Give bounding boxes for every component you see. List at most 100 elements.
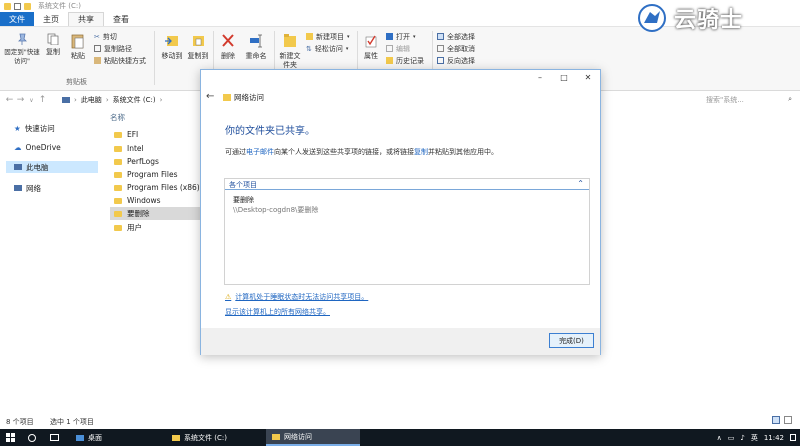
folder-icon	[114, 158, 122, 165]
breadcrumb-drive[interactable]: 系统文件 (C:)	[113, 95, 156, 105]
done-button[interactable]: 完成(D)	[549, 333, 594, 348]
close-button[interactable]: ✕	[576, 73, 600, 82]
search-input[interactable]: 搜索"系统... ⌕	[706, 93, 796, 106]
chevron-up-icon[interactable]: ⌃	[577, 179, 584, 188]
delete-button[interactable]: 删除	[217, 33, 239, 61]
copy-path-button[interactable]: 复制路径	[94, 43, 132, 54]
new-item-button[interactable]: 新建项目 ▾	[306, 31, 350, 42]
volume-icon[interactable]: ♪	[740, 434, 744, 442]
nav-item-quick-access[interactable]: ★ 快速访问	[14, 122, 55, 134]
folder-icon	[114, 145, 122, 152]
details-view-icon[interactable]	[772, 416, 780, 424]
properties-button[interactable]: 属性	[361, 33, 381, 61]
paste-button[interactable]: 粘贴	[66, 33, 90, 61]
back-arrow-icon[interactable]: ←	[4, 95, 15, 105]
edit-button[interactable]: 编辑	[386, 43, 410, 54]
file-row[interactable]: PerfLogs	[110, 155, 203, 168]
minimize-button[interactable]: –	[528, 73, 552, 82]
folder-icon	[114, 171, 122, 178]
tab-share[interactable]: 共享	[68, 12, 104, 26]
recent-chevron-icon[interactable]: ∨	[26, 97, 37, 104]
warning-icon: ⚠	[225, 293, 232, 301]
computer-icon	[62, 96, 70, 103]
select-all-button[interactable]: 全部选择	[437, 31, 475, 42]
file-row[interactable]: EFI	[110, 128, 203, 141]
copy-to-icon	[193, 36, 204, 46]
taskbar-network-access[interactable]: 网络访问	[266, 429, 360, 446]
clipboard-group-label: 剪贴板	[66, 78, 87, 86]
column-header-name[interactable]: 名称	[110, 112, 125, 123]
tab-home[interactable]: 主页	[34, 12, 68, 26]
open-button[interactable]: 打开 ▾	[386, 31, 416, 42]
copy-icon	[47, 33, 59, 45]
start-button[interactable]	[0, 429, 21, 446]
open-icon	[386, 33, 393, 40]
file-row[interactable]: Intel	[110, 142, 203, 155]
breadcrumb-this-pc[interactable]: 此电脑	[81, 95, 102, 105]
email-link[interactable]: 电子邮件	[246, 148, 274, 156]
nav-item-onedrive[interactable]: ☁ OneDrive	[14, 141, 61, 153]
address-bar[interactable]: › 此电脑 › 系统文件 (C:) ›	[62, 93, 202, 106]
knight-logo-icon	[638, 4, 666, 32]
forward-arrow-icon[interactable]: →	[15, 95, 26, 105]
tab-view[interactable]: 查看	[104, 12, 138, 26]
taskbar-explorer[interactable]: 系统文件 (C:)	[166, 429, 233, 446]
pin-quick-access-button[interactable]: 固定到"快速访问"	[4, 33, 40, 66]
folder-icon	[114, 184, 122, 191]
select-none-button[interactable]: 全部取消	[437, 43, 475, 54]
sleep-warning-link[interactable]: ⚠ 计算机处于睡眠状态时无法访问共享项目。	[225, 292, 368, 302]
chevron-up-icon[interactable]: ∧	[717, 434, 722, 442]
up-arrow-icon[interactable]: ↑	[37, 95, 48, 105]
network-icon	[14, 185, 22, 191]
pin-icon	[18, 33, 27, 45]
properties-quick-icon[interactable]	[14, 2, 21, 10]
file-row[interactable]: Windows	[110, 194, 203, 207]
paste-icon	[71, 34, 84, 49]
folder-icon	[114, 131, 122, 138]
maximize-button[interactable]: □	[552, 73, 576, 82]
dialog-heading: 你的文件夹已共享。	[225, 126, 315, 137]
desktop-icon	[76, 434, 84, 441]
back-arrow-icon[interactable]: ←	[206, 91, 214, 102]
file-row-selected[interactable]: 要删除	[110, 207, 203, 220]
taskbar: 桌面 系统文件 (C:) 网络访问 ∧ ▭ ♪ 英 11:42	[0, 429, 800, 446]
dialog-title: 网络访问	[223, 92, 264, 103]
system-tray: ∧ ▭ ♪ 英 11:42	[717, 429, 796, 446]
notification-icon[interactable]	[790, 434, 796, 441]
task-view-button[interactable]	[44, 429, 65, 446]
large-icons-view-icon[interactable]	[784, 416, 792, 424]
ime-indicator[interactable]: 英	[751, 433, 758, 443]
nav-item-network[interactable]: 网络	[14, 182, 41, 194]
invert-selection-button[interactable]: 反向选择	[437, 55, 475, 66]
history-button[interactable]: 历史记录	[386, 55, 424, 66]
new-folder-button[interactable]: 新建文件夹	[278, 33, 302, 70]
taskbar-desktop[interactable]: 桌面	[70, 429, 108, 446]
network-icon[interactable]: ▭	[728, 434, 735, 442]
move-to-button[interactable]: 移动到	[160, 33, 184, 61]
cut-button[interactable]: ✂ 剪切	[94, 31, 117, 42]
clock[interactable]: 11:42	[764, 434, 784, 442]
scissors-icon: ✂	[94, 32, 100, 41]
new-folder-quick-icon[interactable]	[24, 2, 31, 10]
file-row[interactable]: Program Files	[110, 168, 203, 181]
easy-access-button[interactable]: ⇅ 轻松访问 ▾	[306, 43, 348, 54]
paste-shortcut-icon	[94, 57, 101, 64]
window-title: 系统文件 (C:)	[38, 2, 81, 10]
paste-shortcut-button[interactable]: 粘贴快捷方式	[94, 55, 146, 66]
search-button[interactable]	[22, 429, 42, 446]
items-header[interactable]: 各个项目 ⌃	[225, 179, 589, 190]
rename-button[interactable]: 重命名	[241, 33, 271, 61]
tab-file[interactable]: 文件	[0, 12, 34, 26]
nav-item-this-pc[interactable]: 此电脑	[6, 161, 98, 173]
chevron-down-icon: ▾	[413, 33, 416, 40]
copy-to-button[interactable]: 复制到	[186, 33, 210, 61]
copy-link[interactable]: 复制	[414, 148, 428, 156]
breadcrumb-separator: ›	[74, 95, 77, 104]
copy-button[interactable]: 复制	[42, 33, 64, 57]
file-row[interactable]: Program Files (x86)	[110, 181, 203, 194]
edit-icon	[386, 45, 393, 52]
show-network-shares-link[interactable]: 显示该计算机上的所有网络共享。	[225, 307, 330, 317]
watermark-text: 云骑士	[674, 8, 744, 33]
shared-item-name[interactable]: 要删除	[233, 195, 254, 205]
file-row[interactable]: 用户	[110, 221, 203, 234]
